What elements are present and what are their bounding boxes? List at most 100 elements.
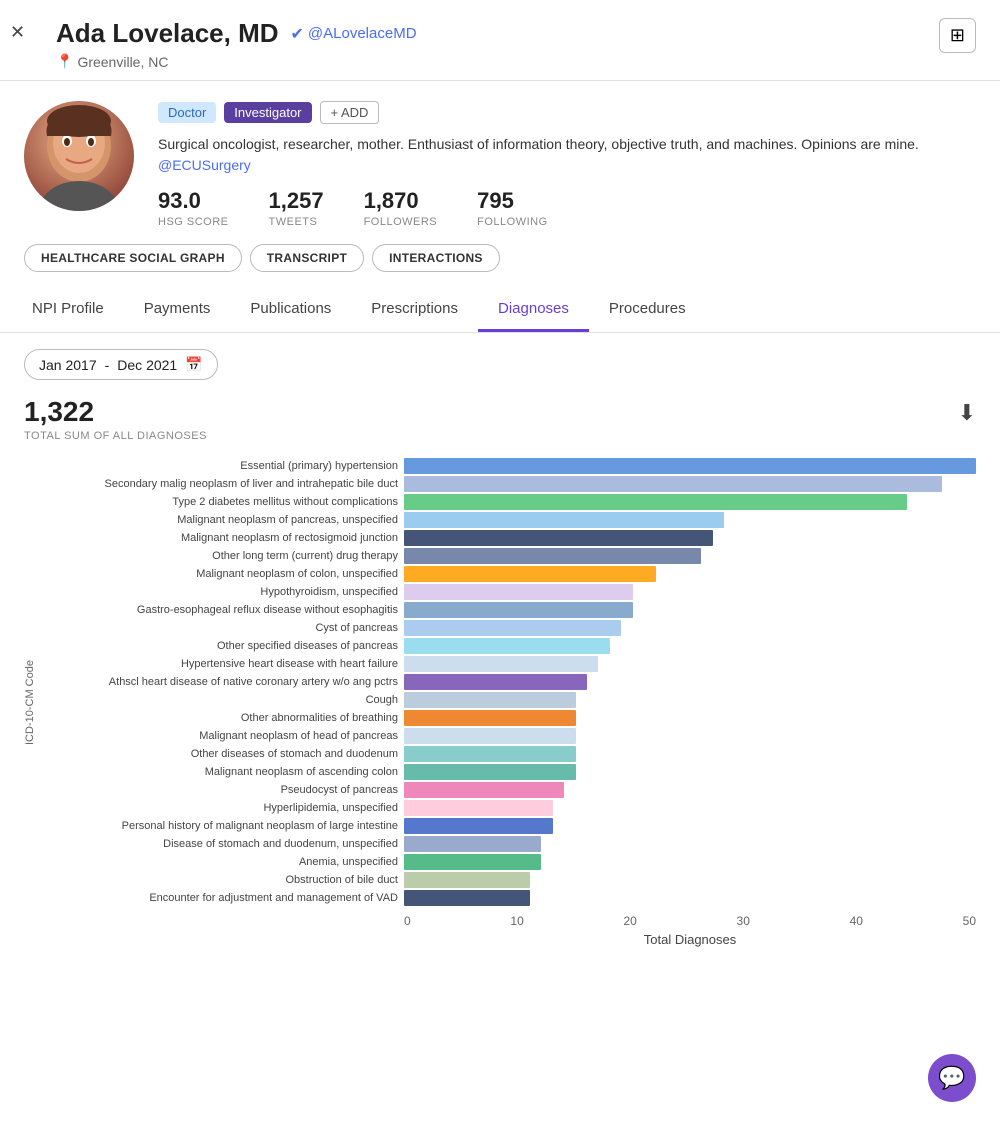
bar-fill	[404, 836, 541, 852]
y-axis-label: ICD-10-CM Code	[24, 458, 44, 947]
bar-label: Malignant neoplasm of pancreas, unspecif…	[44, 514, 404, 526]
interactions-button[interactable]: INTERACTIONS	[372, 244, 500, 272]
bar-track	[404, 746, 976, 762]
bar-row: Hypertensive heart disease with heart fa…	[44, 656, 976, 672]
bar-row: Anemia, unspecified	[44, 854, 976, 870]
tweets-label: TWEETS	[269, 216, 324, 228]
profile-section: Doctor Investigator + ADD Surgical oncol…	[0, 81, 1000, 244]
bar-row: Pseudocyst of pancreas	[44, 782, 976, 798]
bar-fill	[404, 854, 541, 870]
hsg-score-label: HSG SCORE	[158, 216, 229, 228]
bar-fill	[404, 494, 907, 510]
hsg-score-stat: 93.0 HSG SCORE	[158, 188, 229, 228]
bar-fill	[404, 710, 576, 726]
bio-link[interactable]: @ECUSurgery	[158, 157, 251, 173]
bar-label: Hypothyroidism, unspecified	[44, 586, 404, 598]
transcript-button[interactable]: TRANSCRIPT	[250, 244, 364, 272]
following-stat: 795 FOLLOWING	[477, 188, 548, 228]
bar-row: Secondary malig neoplasm of liver and in…	[44, 476, 976, 492]
bar-fill	[404, 656, 598, 672]
following-label: FOLLOWING	[477, 216, 548, 228]
followers-stat: 1,870 FOLLOWERS	[364, 188, 438, 228]
bar-label: Personal history of malignant neoplasm o…	[44, 820, 404, 832]
tab-npi-profile[interactable]: NPI Profile	[12, 288, 124, 332]
bar-label: Other diseases of stomach and duodenum	[44, 748, 404, 760]
bar-track	[404, 512, 976, 528]
tabs: NPI Profile Payments Publications Prescr…	[0, 288, 1000, 333]
stats: 93.0 HSG SCORE 1,257 TWEETS 1,870 FOLLOW…	[158, 188, 976, 228]
bar-row: Other specified diseases of pancreas	[44, 638, 976, 654]
bar-fill	[404, 728, 576, 744]
hsg-button[interactable]: HEALTHCARE SOCIAL GRAPH	[24, 244, 242, 272]
bar-row: Other abnormalities of breathing	[44, 710, 976, 726]
badges: Doctor Investigator + ADD	[158, 101, 976, 124]
tab-diagnoses[interactable]: Diagnoses	[478, 288, 589, 332]
bar-label: Hyperlipidemia, unspecified	[44, 802, 404, 814]
bar-row: Cough	[44, 692, 976, 708]
location-icon: 📍	[56, 53, 73, 70]
bar-fill	[404, 746, 576, 762]
tab-prescriptions[interactable]: Prescriptions	[351, 288, 478, 332]
bar-row: Other diseases of stomach and duodenum	[44, 746, 976, 762]
chat-bubble[interactable]: 💬	[928, 1054, 976, 1102]
bar-fill	[404, 782, 564, 798]
bar-fill	[404, 620, 621, 636]
date-filter[interactable]: Jan 2017 - Dec 2021 📅	[24, 349, 218, 380]
bar-fill	[404, 674, 587, 690]
bar-row: Athscl heart disease of native coronary …	[44, 674, 976, 690]
bar-row: Obstruction of bile duct	[44, 872, 976, 888]
bar-fill	[404, 566, 656, 582]
bar-row: Personal history of malignant neoplasm o…	[44, 818, 976, 834]
bar-fill	[404, 890, 530, 906]
bar-track	[404, 890, 976, 906]
bar-label: Obstruction of bile duct	[44, 874, 404, 886]
bar-label: Malignant neoplasm of head of pancreas	[44, 730, 404, 742]
close-button[interactable]: ✕	[0, 18, 35, 47]
twitter-handle[interactable]: ✔ @ALovelaceMD	[291, 24, 417, 44]
bar-label: Cyst of pancreas	[44, 622, 404, 634]
bar-row: Type 2 diabetes mellitus without complic…	[44, 494, 976, 510]
doctor-badge: Doctor	[158, 102, 216, 123]
bar-track	[404, 530, 976, 546]
grid-button[interactable]: ⊞	[939, 18, 976, 53]
bar-label: Essential (primary) hypertension	[44, 460, 404, 472]
bar-fill	[404, 602, 633, 618]
action-buttons: HEALTHCARE SOCIAL GRAPH TRANSCRIPT INTER…	[0, 244, 1000, 288]
bio: Surgical oncologist, researcher, mother.…	[158, 134, 976, 176]
bar-row: Malignant neoplasm of rectosigmoid junct…	[44, 530, 976, 546]
followers-label: FOLLOWERS	[364, 216, 438, 228]
date-start: Jan 2017	[39, 357, 97, 373]
tweets-value: 1,257	[269, 188, 324, 214]
bar-row: Cyst of pancreas	[44, 620, 976, 636]
bar-fill	[404, 764, 576, 780]
bar-row: Gastro-esophageal reflux disease without…	[44, 602, 976, 618]
bar-row: Malignant neoplasm of ascending colon	[44, 764, 976, 780]
bar-label: Gastro-esophageal reflux disease without…	[44, 604, 404, 616]
bar-track	[404, 836, 976, 852]
bar-track	[404, 584, 976, 600]
tab-publications[interactable]: Publications	[230, 288, 351, 332]
bar-track	[404, 800, 976, 816]
bar-label: Malignant neoplasm of ascending colon	[44, 766, 404, 778]
download-button[interactable]: ⬇	[958, 400, 976, 426]
bar-label: Malignant neoplasm of rectosigmoid junct…	[44, 532, 404, 544]
tab-procedures[interactable]: Procedures	[589, 288, 706, 332]
bar-track	[404, 494, 976, 510]
bar-label: Athscl heart disease of native coronary …	[44, 676, 404, 688]
avatar	[24, 101, 134, 211]
bar-track	[404, 656, 976, 672]
tab-payments[interactable]: Payments	[124, 288, 231, 332]
add-badge-button[interactable]: + ADD	[320, 101, 380, 124]
bar-track	[404, 872, 976, 888]
bar-track	[404, 548, 976, 564]
bar-row: Malignant neoplasm of pancreas, unspecif…	[44, 512, 976, 528]
calendar-icon: 📅	[185, 356, 202, 373]
bar-track	[404, 674, 976, 690]
location: 📍 Greenville, NC	[56, 53, 976, 70]
header: ✕ Ada Lovelace, MD ✔ @ALovelaceMD 📍 Gree…	[0, 0, 1000, 81]
bar-track	[404, 476, 976, 492]
bar-fill	[404, 692, 576, 708]
bar-track	[404, 710, 976, 726]
close-icon: ✕	[10, 22, 25, 42]
verified-icon: ✔	[291, 24, 304, 44]
